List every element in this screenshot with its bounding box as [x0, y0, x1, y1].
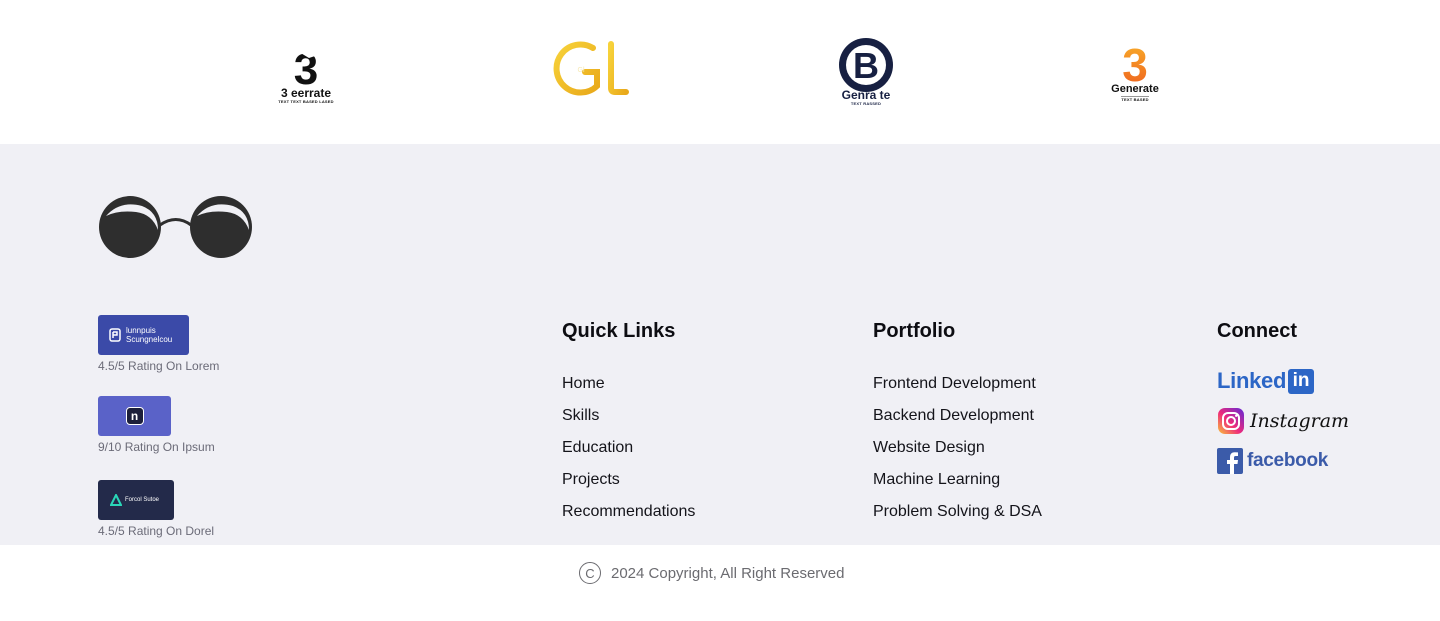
- portfolio-link-dsa[interactable]: Problem Solving & DSA: [873, 496, 1042, 528]
- rating-text-dorel: 4.5/5 Rating On Dorel: [98, 524, 215, 538]
- badge-logo-lorem[interactable]: lunnpuis Scungnelcou: [98, 315, 189, 355]
- partner-logo-4: 3 Generate TEXT BASED: [1106, 42, 1164, 102]
- badge-logo-ipsum[interactable]: n: [98, 396, 171, 436]
- rating-text-ipsum: 9/10 Rating On Ipsum: [98, 440, 215, 454]
- copyright-text: 2024 Copyright, All Right Reserved: [611, 564, 845, 582]
- nav-link-skills[interactable]: Skills: [562, 400, 695, 432]
- instagram-link[interactable]: Instagram: [1217, 407, 1349, 435]
- copyright-bar: C 2024 Copyright, All Right Reserved: [0, 545, 1440, 621]
- badge-triangle-icon: [110, 494, 122, 506]
- svg-text:B: B: [853, 45, 879, 86]
- facebook-link[interactable]: facebook: [1217, 448, 1349, 474]
- nav-link-recommendations[interactable]: Recommendations: [562, 496, 695, 528]
- svg-text:3: 3: [1122, 42, 1148, 84]
- badge-text-dorel: Forcol Sutoe: [125, 497, 160, 503]
- partner-logo-1: 3 3 eerrate TEXT TEXT BASED LASED: [273, 48, 339, 104]
- rating-badge-ipsum[interactable]: n 9/10 Rating On Ipsum: [98, 396, 215, 454]
- brand-3-mark-icon: 3: [294, 48, 318, 88]
- nav-link-projects[interactable]: Projects: [562, 464, 695, 496]
- brand-b-mark-icon: B: [839, 38, 893, 92]
- badge-logo-dorel[interactable]: Forcol Sutoe: [98, 480, 174, 520]
- instagram-icon: [1218, 408, 1244, 434]
- facebook-wordmark: facebook: [1247, 450, 1329, 471]
- quick-links-heading: Quick Links: [562, 320, 676, 342]
- instagram-wordmark: Instagram: [1250, 410, 1350, 432]
- portfolio-link-website-design[interactable]: Website Design: [873, 432, 1042, 464]
- partner-logo-4-tagline: TEXT BASED: [1121, 96, 1149, 102]
- partner-logo-3: B Genra te TEXT RASSED: [832, 37, 900, 106]
- portfolio-link-frontend[interactable]: Frontend Development: [873, 368, 1042, 400]
- partner-logo-1-tagline: TEXT TEXT BASED LASED: [278, 99, 334, 104]
- badge-text-ipsum: n: [125, 407, 144, 425]
- partner-logo-strip: 3 3 eerrate TEXT TEXT BASED LASED Gl B G…: [0, 0, 1440, 144]
- connect-heading: Connect: [1217, 320, 1297, 342]
- rating-badge-lorem[interactable]: lunnpuis Scungnelcou 4.5/5 Rating On Lor…: [98, 315, 219, 373]
- nav-link-education[interactable]: Education: [562, 432, 695, 464]
- badge-text-lorem: lunnpuis Scungnelcou: [126, 326, 173, 344]
- badge-mark-icon: [109, 328, 121, 342]
- linkedin-icon: in: [1288, 368, 1315, 394]
- quick-links-column: Quick Links Home Skills Education Projec…: [562, 320, 695, 528]
- glasses-logo-icon[interactable]: [98, 194, 254, 260]
- copyright-icon: C: [579, 562, 601, 584]
- portfolio-link-machine-learning[interactable]: Machine Learning: [873, 464, 1042, 496]
- partner-logo-3-tagline: TEXT RASSED: [850, 101, 882, 106]
- portfolio-heading: Portfolio: [873, 320, 956, 342]
- nav-link-home[interactable]: Home: [562, 368, 695, 400]
- portfolio-link-backend[interactable]: Backend Development: [873, 400, 1042, 432]
- partner-logo-4-name: Generate: [1111, 83, 1159, 95]
- partner-logo-3-name: Genra te: [841, 88, 891, 102]
- linkedin-wordmark: Linked: [1217, 368, 1287, 393]
- brand-3-gradient-mark-icon: 3: [1122, 42, 1148, 84]
- facebook-icon: [1217, 448, 1243, 474]
- site-footer: lunnpuis Scungnelcou 4.5/5 Rating On Lor…: [0, 144, 1440, 545]
- rating-text-lorem: 4.5/5 Rating On Lorem: [98, 359, 220, 373]
- rating-badge-dorel[interactable]: Forcol Sutoe 4.5/5 Rating On Dorel: [98, 480, 214, 538]
- partner-logo-2: Gl: [553, 40, 629, 100]
- brand-gl-mark-icon: Gl: [553, 41, 629, 96]
- connect-column: Connect Linked in Instagram facebook: [1217, 320, 1349, 487]
- partner-logo-1-name: 3 eerrate: [280, 86, 332, 100]
- svg-text:Gl: Gl: [578, 67, 585, 74]
- linkedin-link[interactable]: Linked in: [1217, 368, 1349, 394]
- portfolio-column: Portfolio Frontend Development Backend D…: [873, 320, 1042, 528]
